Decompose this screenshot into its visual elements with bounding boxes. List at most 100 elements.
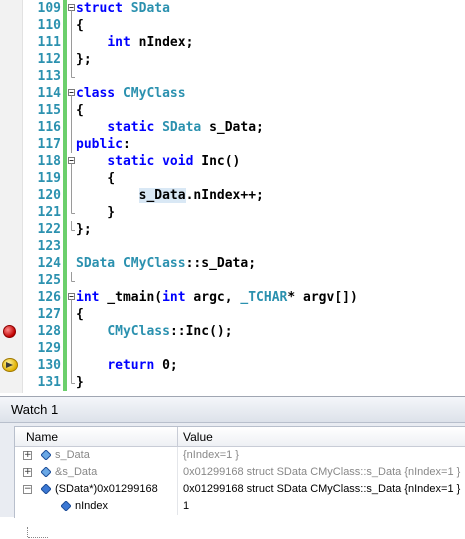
code-text[interactable]: { <box>76 170 115 187</box>
code-line[interactable]: 115 { <box>0 102 465 119</box>
code-text[interactable]: CMyClass::Inc(); <box>76 323 232 340</box>
code-editor[interactable]: 109 struct SData 110{111 int nIndex; 112}; 1… <box>0 0 465 393</box>
watch-value[interactable]: {nIndex=1 } <box>183 449 239 461</box>
code-token: argc, <box>185 290 241 305</box>
watch-value[interactable]: 1 <box>183 500 189 512</box>
outline-guide <box>71 119 72 136</box>
code-token: { <box>76 307 84 322</box>
watch-value[interactable]: 0x01299168 struct SData CMyClass::s_Data… <box>183 466 460 478</box>
collapse-toggle-icon[interactable] <box>68 0 75 17</box>
column-divider[interactable] <box>177 427 178 446</box>
code-line[interactable]: 130 return 0; <box>0 357 465 374</box>
code-line[interactable]: 128 CMyClass::Inc(); <box>0 323 465 340</box>
outline-guide <box>68 255 75 272</box>
watch-name[interactable]: s_Data <box>55 449 90 461</box>
change-bar <box>63 136 67 153</box>
code-line[interactable]: 131} <box>0 374 465 391</box>
code-text[interactable]: }; <box>76 221 92 238</box>
code-text[interactable]: } <box>76 374 84 391</box>
outline-guide <box>71 51 72 68</box>
keyword-token: int <box>107 35 131 50</box>
code-token: 0; <box>154 358 178 373</box>
code-line[interactable]: 118 static void Inc() <box>0 153 465 170</box>
watch-row[interactable]: nIndex 1 <box>15 498 465 515</box>
watch-row[interactable]: − (SData*)0x01299168 0x01299168 struct SDa… <box>15 481 465 498</box>
change-bar <box>63 34 67 51</box>
collapse-toggle-icon[interactable] <box>68 85 75 102</box>
code-text[interactable]: static void Inc() <box>76 153 240 170</box>
code-text[interactable]: { <box>76 17 84 34</box>
code-line[interactable]: 120 s_Data.nIndex++; <box>0 187 465 204</box>
line-number: 112 <box>37 52 61 67</box>
watch-row[interactable]: + s_Data {nIndex=1 } <box>15 447 465 464</box>
code-token: _tmain( <box>99 290 163 305</box>
line-number: 110 <box>37 18 61 33</box>
code-text[interactable]: struct SData <box>76 0 170 17</box>
code-line[interactable]: 124 SData CMyClass::s_Data; <box>0 255 465 272</box>
code-line[interactable]: 123 <box>0 238 465 255</box>
collapse-toggle-icon[interactable] <box>68 289 75 306</box>
type-token: SData <box>122 1 170 16</box>
code-line[interactable]: 111 int nIndex; <box>0 34 465 51</box>
code-text[interactable]: s_Data.nIndex++; <box>76 187 264 204</box>
watch-name[interactable]: &s_Data <box>55 466 97 478</box>
expand-icon[interactable]: + <box>23 451 32 460</box>
code-text[interactable]: int _tmain(int argc, _TCHAR* argv[]) <box>76 289 358 306</box>
line-number: 115 <box>37 103 61 118</box>
change-bar <box>63 119 67 136</box>
watch-value[interactable]: 0x01299168 struct SData CMyClass::s_Data… <box>183 483 460 495</box>
code-text[interactable]: }; <box>76 51 92 68</box>
code-text[interactable]: static SData s_Data; <box>76 119 264 136</box>
code-line[interactable]: 109 struct SData <box>0 0 465 17</box>
code-line[interactable]: 126 int _tmain(int argc, _TCHAR* argv[]) <box>0 289 465 306</box>
code-line[interactable]: 116 static SData s_Data; <box>0 119 465 136</box>
collapse-toggle-icon[interactable] <box>68 153 75 170</box>
code-text[interactable]: int nIndex; <box>76 34 193 51</box>
line-number: 111 <box>37 35 61 50</box>
code-line[interactable]: 121 } <box>0 204 465 221</box>
watch-row[interactable]: + &s_Data 0x01299168 struct SData CMyClass… <box>15 464 465 481</box>
collapse-icon[interactable]: − <box>23 485 32 494</box>
column-header-value[interactable]: Value <box>183 430 213 444</box>
change-bar <box>63 323 67 340</box>
line-number: 120 <box>37 188 61 203</box>
code-text[interactable]: { <box>76 306 84 323</box>
expand-icon[interactable]: + <box>23 468 32 477</box>
code-line[interactable]: 125 <box>0 272 465 289</box>
code-line[interactable]: 122}; <box>0 221 465 238</box>
column-header-name[interactable]: Name <box>26 430 58 444</box>
code-text[interactable]: SData CMyClass::s_Data; <box>76 255 256 272</box>
line-number: 130 <box>37 358 61 373</box>
variable-icon <box>61 501 71 511</box>
code-text[interactable]: } <box>76 204 115 221</box>
field-icon <box>41 467 51 477</box>
code-text[interactable]: class CMyClass <box>76 85 186 102</box>
code-line[interactable]: 114 class CMyClass <box>0 85 465 102</box>
code-line[interactable]: 113 <box>0 68 465 85</box>
code-text[interactable]: return 0; <box>76 357 178 374</box>
watch-name[interactable]: (SData*)0x01299168 <box>55 483 158 495</box>
code-line[interactable]: 112}; <box>0 51 465 68</box>
code-line[interactable]: 127 { <box>0 306 465 323</box>
line-number: 117 <box>37 137 61 152</box>
code-line[interactable]: 110 { <box>0 17 465 34</box>
outline-guide <box>71 221 75 231</box>
line-number: 109 <box>37 1 61 16</box>
watch-title-bar[interactable]: Watch 1 <box>0 397 465 423</box>
watch-name[interactable]: nIndex <box>75 500 108 512</box>
keyword-token: static <box>107 120 155 135</box>
code-line[interactable]: 129 <box>0 340 465 357</box>
code-line[interactable]: 117 public: <box>0 136 465 153</box>
code-line[interactable]: 119 { <box>0 170 465 187</box>
watch-header: Name Value <box>15 427 465 447</box>
outline-guide <box>71 187 72 204</box>
change-bar <box>63 204 67 221</box>
code-text[interactable]: { <box>76 102 84 119</box>
watch-window: Watch 1 Name Value + s_Data {nIndex=1 } + &s… <box>0 396 465 538</box>
code-text[interactable]: public: <box>76 136 131 153</box>
keyword-token: void <box>162 154 194 169</box>
keyword-token: public <box>76 137 123 152</box>
